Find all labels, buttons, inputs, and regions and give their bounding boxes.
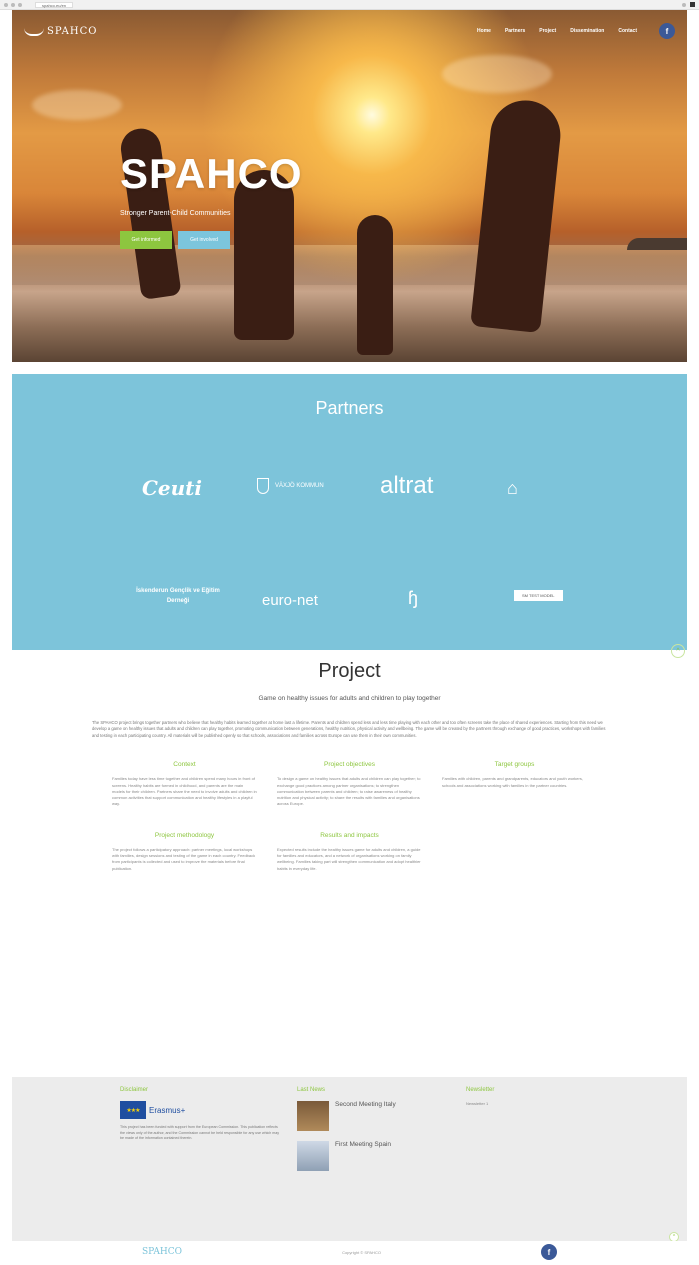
column-title: Project objectives [324, 761, 375, 769]
partner-logo-swirl-icon[interactable]: ɧ [408, 588, 418, 609]
hero-subtitle: Stronger Parent-Child Communities [120, 210, 231, 217]
logo-text: SPAHCO [47, 25, 98, 37]
menu-icon[interactable] [690, 2, 695, 7]
project-columns-2: Project methodology The project follows … [112, 832, 587, 872]
column-title: Project methodology [154, 831, 215, 839]
back-icon[interactable] [4, 2, 8, 7]
column-text: Expected results include the healthy iss… [277, 846, 421, 871]
partners-section: Partners Ceuti VÄXJÖ KOMMUN altrat ⌂ İsk… [12, 374, 687, 650]
column-title: Results and impacts [320, 831, 379, 839]
hero-buttons: Get informed Get involved [120, 231, 230, 249]
hero-title: SPAHCO [120, 150, 303, 197]
nav-dissemination[interactable]: Dissemination [570, 28, 604, 34]
column-text: To design a game on healthy issues that … [277, 776, 421, 807]
bottom-bar: SPAHCO Copyright © SPAHCO f [12, 1241, 687, 1263]
footer-news: Last News Second Meeting Italy First Mee… [297, 1087, 452, 1241]
island [627, 238, 687, 250]
partner-logo-ceuti[interactable]: Ceuti [142, 476, 202, 500]
project-columns: Context Families today have less time to… [112, 761, 587, 807]
news-thumbnail[interactable] [297, 1101, 329, 1131]
partner-logo-altrat[interactable]: altrat [380, 472, 433, 500]
site-logo[interactable]: SPAHCO [24, 26, 97, 37]
project-subtitle: Game on healthy issues for adults and ch… [258, 695, 441, 702]
top-navigation: SPAHCO Home Partners Project Disseminati… [12, 20, 687, 42]
news-item[interactable]: Second Meeting Italy [297, 1101, 452, 1131]
newsletter-link[interactable]: Newsletter 1 [466, 1101, 577, 1106]
partner-logo-vaxjo[interactable]: VÄXJÖ KOMMUN [257, 478, 324, 494]
column-context: Context Families today have less time to… [112, 761, 257, 807]
partner-logo-vaxjo-text: VÄXJÖ KOMMUN [275, 483, 324, 489]
browser-bar: spahco.eu/en [0, 0, 699, 10]
footer-newsletter: Newsletter Newsletter 1 [466, 1087, 577, 1241]
sea [12, 245, 687, 285]
column-target-groups: Target groups Families with children, pa… [442, 761, 587, 807]
news-item[interactable]: First Meeting Spain [297, 1141, 452, 1171]
news-title[interactable]: Second Meeting Italy [335, 1101, 396, 1108]
forward-icon[interactable] [11, 2, 15, 7]
copyright-text: Copyright © SPAHCO [342, 1249, 381, 1255]
hero-banner: SPAHCO Home Partners Project Disseminati… [12, 10, 687, 362]
get-informed-button[interactable]: Get informed [120, 231, 172, 249]
project-intro: The SPAHCO project brings together partn… [92, 720, 606, 738]
facebook-icon[interactable]: f [541, 1244, 557, 1260]
footer-heading: Disclaimer [120, 1087, 149, 1093]
footer-logo[interactable]: SPAHCO [142, 1247, 182, 1257]
cloud [32, 90, 122, 120]
facebook-icon[interactable]: f [659, 23, 675, 39]
silhouette-adult [470, 96, 564, 334]
disclaimer-text: This project has been funded with suppor… [120, 1125, 280, 1140]
column-methodology: Project methodology The project follows … [112, 832, 257, 872]
partner-logo-building-icon[interactable]: ⌂ [507, 478, 518, 499]
shield-icon [257, 478, 269, 494]
erasmus-logo: ★★★ Erasmus+ [120, 1101, 283, 1119]
project-title: Project [318, 660, 381, 682]
erasmus-text: Erasmus+ [149, 1105, 186, 1115]
nav-links: Home Partners Project Dissemination Cont… [477, 23, 675, 39]
boat-icon [24, 26, 44, 36]
nav-project[interactable]: Project [539, 28, 556, 34]
news-title[interactable]: First Meeting Spain [335, 1141, 391, 1148]
eu-flag-icon: ★★★ [120, 1101, 146, 1119]
footer-heading: Last News [297, 1087, 326, 1093]
nav-contact[interactable]: Contact [618, 28, 637, 34]
column-text: Families today have less time together a… [112, 776, 257, 807]
column-text: The project follows a participatory appr… [112, 846, 256, 871]
reload-icon[interactable] [18, 2, 22, 7]
news-thumbnail[interactable] [297, 1141, 329, 1171]
address-bar[interactable]: spahco.eu/en [35, 1, 74, 8]
project-section: ^ Project Game on healthy issues for adu… [0, 644, 699, 1070]
partners-title: Partners [315, 398, 384, 418]
get-involved-button[interactable]: Get involved [178, 231, 230, 249]
footer-heading: Newsletter [466, 1087, 495, 1093]
star-icon[interactable] [682, 2, 686, 7]
partner-logo-genclik[interactable]: İskenderun Gençlik ve Eğitim Derneği [132, 586, 224, 606]
partner-logo-badge[interactable]: SM TEST MODEL [514, 590, 563, 601]
cloud [442, 55, 552, 93]
partner-logo-euronet[interactable]: euro-net [262, 592, 318, 609]
column-text: Families with children, parents and gran… [442, 776, 583, 788]
chevron-up-icon[interactable]: ^ [671, 644, 685, 658]
column-objectives: Project objectives To design a game on h… [277, 761, 422, 807]
silhouette-child [357, 215, 393, 355]
column-title: Target groups [494, 761, 535, 769]
footer-disclaimer: Disclaimer ★★★ Erasmus+ This project has… [120, 1087, 283, 1241]
column-results: Results and impacts Expected results inc… [277, 832, 422, 872]
footer: Disclaimer ★★★ Erasmus+ This project has… [12, 1077, 687, 1241]
column-title: Context [173, 761, 196, 769]
nav-home[interactable]: Home [477, 28, 491, 34]
nav-partners[interactable]: Partners [505, 28, 525, 34]
